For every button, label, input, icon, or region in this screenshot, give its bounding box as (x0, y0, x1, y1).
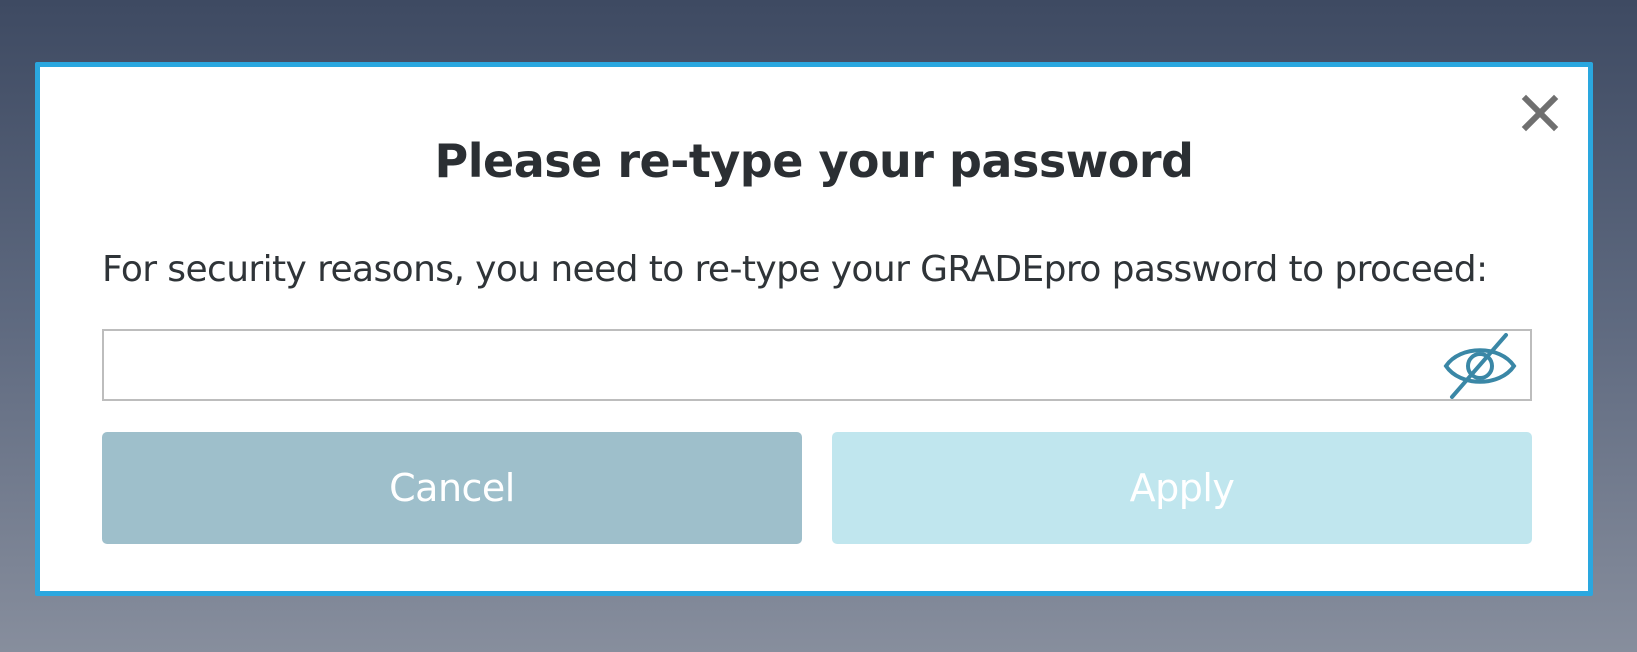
dialog-message: For security reasons, you need to re-typ… (102, 249, 1488, 290)
cancel-button[interactable]: Cancel (102, 432, 802, 544)
password-visibility-toggle[interactable] (1442, 333, 1518, 399)
apply-button[interactable]: Apply (832, 432, 1532, 544)
eye-slash-icon (1443, 333, 1517, 399)
password-input[interactable] (104, 331, 1530, 399)
password-field-wrapper (102, 329, 1532, 401)
dialog-title: Please re-type your password (434, 134, 1194, 188)
close-icon (1521, 94, 1559, 132)
password-dialog: Please re-type your password For securit… (35, 62, 1593, 596)
close-button[interactable] (1520, 93, 1560, 133)
